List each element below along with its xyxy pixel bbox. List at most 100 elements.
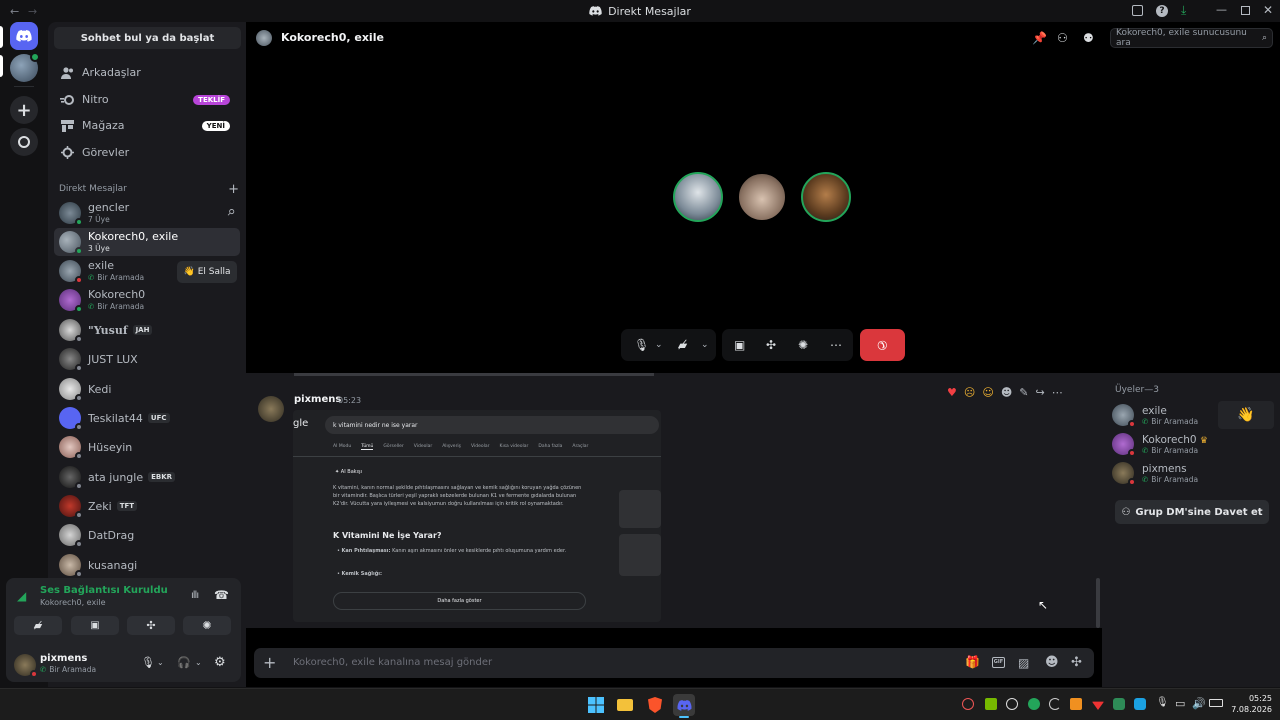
tray-status-icon[interactable] — [1028, 698, 1040, 710]
participant-tile[interactable] — [673, 172, 723, 222]
nvidia-tray-icon[interactable] — [985, 698, 997, 710]
pin-icon[interactable]: ⚲ — [225, 207, 237, 219]
disconnect-icon[interactable]: ☎ — [214, 588, 229, 602]
file-explorer-icon[interactable] — [614, 694, 636, 716]
screen-share-button[interactable]: ▣ — [71, 616, 119, 635]
tray-app-icon[interactable] — [1113, 698, 1125, 710]
dm-item-huseyin[interactable]: Hüseyin — [54, 433, 240, 461]
dm-item-kusanagi[interactable]: kusanagi — [54, 551, 240, 579]
user-name[interactable]: pixmens — [40, 653, 87, 664]
screen-share-icon[interactable]: ▣ — [734, 338, 745, 352]
minimize-icon[interactable]: — — [1216, 3, 1227, 16]
soundboard-icon[interactable]: ✺ — [798, 338, 808, 352]
dm-item-kokorech0[interactable]: Kokorech0 ✆ Bir Aramada — [54, 286, 240, 314]
inbox-icon[interactable] — [1132, 5, 1143, 16]
camera-options-chevron-icon[interactable]: ⌄ — [701, 340, 709, 350]
reply-icon[interactable]: ↪ — [1036, 386, 1045, 399]
explore-button[interactable] — [10, 128, 38, 156]
discord-taskbar-icon[interactable] — [673, 694, 695, 716]
voice-status[interactable]: Ses Bağlantısı Kuruldu — [40, 585, 168, 596]
camera-button[interactable]: ▰̸ — [14, 616, 62, 635]
close-icon[interactable]: ✕ — [1263, 3, 1273, 17]
user-avatar[interactable] — [14, 654, 38, 678]
soundboard-button[interactable]: ✺ — [183, 616, 231, 635]
message-avatar[interactable] — [258, 396, 284, 422]
camera-off-icon[interactable]: ▰̸ — [678, 338, 687, 352]
voice-channel[interactable]: Kokorech0, exile — [40, 598, 106, 607]
leave-call-button[interactable]: ✆ — [860, 329, 905, 361]
image-attachment[interactable]: gle k vitamini nedir ne ise yarar AI Mod… — [293, 410, 661, 622]
participant-tile[interactable] — [801, 172, 851, 222]
headphone-chevron-icon[interactable]: ⌄ — [195, 658, 202, 667]
microphone-icon[interactable]: 🎙 — [634, 338, 649, 352]
member-kokorech0[interactable]: Kokorech0 ♛ ✆ Bir Aramada — [1112, 430, 1274, 458]
activities-icon[interactable]: ✣ — [766, 338, 776, 352]
wink-reaction-icon[interactable]: ☺ — [982, 386, 993, 399]
edit-icon[interactable]: ✎ — [1019, 386, 1028, 399]
clock[interactable]: 05:25 7.08.2026 — [1230, 693, 1272, 715]
help-icon[interactable]: ? — [1156, 5, 1168, 17]
add-server-button[interactable]: + — [10, 96, 38, 124]
microphone-tray-icon[interactable]: 🎙 — [1156, 697, 1169, 708]
create-dm-plus-icon[interactable]: + — [228, 182, 239, 197]
volume-icon[interactable]: 🔊 — [1192, 697, 1206, 710]
dm-item-kedi[interactable]: Kedi — [54, 375, 240, 403]
member-list-icon[interactable]: ⚉ — [1083, 31, 1094, 45]
tray-app-icon[interactable] — [1070, 698, 1082, 710]
dm-item-just-lux[interactable]: JUST LUX — [54, 345, 240, 373]
signal-icon[interactable]: ◢ — [17, 589, 26, 603]
sticker-icon[interactable]: ▨ — [1018, 656, 1029, 670]
dm-item-kokorech0-exile[interactable]: Kokorech0, exile 3 Üye — [54, 228, 240, 256]
home-dm-button[interactable] — [10, 22, 38, 50]
dm-item-teskilat44[interactable]: Teskilat44 UFC — [54, 404, 240, 432]
dm-item-yusuf[interactable]: "Yusuf JAH — [54, 316, 240, 344]
member-pixmens[interactable]: pixmens ✆ Bir Aramada — [1112, 459, 1274, 487]
dm-item-datdrag[interactable]: DatDrag — [54, 521, 240, 549]
battery-icon[interactable] — [1209, 699, 1223, 707]
add-attachment-plus-icon[interactable]: + — [263, 653, 276, 672]
maximize-icon[interactable] — [1241, 6, 1250, 15]
find-conversation-button[interactable]: Sohbet bul ya da başlat — [54, 27, 241, 49]
message-author[interactable]: pixmens — [294, 394, 341, 405]
pinned-messages-icon[interactable]: 📌 — [1032, 31, 1047, 45]
dm-item-ata-jungle[interactable]: ata jungle EBKR — [54, 463, 240, 491]
noise-suppression-icon[interactable]: ıllı — [191, 590, 199, 601]
member-exile[interactable]: exile ✆ Bir Aramada 👋 — [1112, 401, 1274, 429]
mic-options-chevron-icon[interactable]: ⌄ — [655, 340, 663, 350]
invite-to-group-button[interactable]: ⚇ Grup DM'sine Davet et — [1115, 500, 1269, 524]
raised-eyebrow-reaction-icon[interactable]: ☹ — [964, 386, 975, 399]
participant-tile[interactable] — [737, 172, 787, 222]
tray-gear-icon[interactable] — [1006, 698, 1018, 710]
windows-start-icon[interactable] — [585, 694, 607, 716]
composer-placeholder[interactable]: Kokorech0, exile kanalına mesaj gönder — [293, 657, 492, 668]
dm-item-zeki[interactable]: Zeki TFT — [54, 492, 240, 520]
more-options-icon[interactable]: ⋯ — [830, 338, 842, 352]
apps-icon[interactable]: ✣ — [1071, 655, 1082, 670]
settings-gear-icon[interactable]: ⚙ — [214, 655, 226, 670]
tray-app-icon[interactable] — [1049, 698, 1061, 710]
emoji-icon[interactable]: ☻ — [1045, 655, 1059, 670]
add-friends-to-dm-icon[interactable]: ⚇ — [1057, 31, 1068, 45]
nav-nitro[interactable]: Nitro TEKLİF — [54, 87, 240, 112]
chat-scrollbar[interactable] — [1096, 578, 1100, 628]
gift-icon[interactable]: 🎁 — [965, 655, 980, 669]
microphone-icon[interactable]: 🎙 — [141, 656, 155, 669]
dm-item-gencler[interactable]: gencler 7 Üye ⚲ — [54, 199, 240, 227]
gif-icon[interactable]: GIF — [992, 657, 1005, 668]
tray-app-icon[interactable] — [962, 698, 974, 710]
tray-app-icon[interactable] — [1134, 698, 1146, 710]
brave-browser-icon[interactable] — [644, 694, 666, 716]
download-icon[interactable]: ⤓ — [1181, 3, 1186, 18]
headphones-icon[interactable]: 🎧 — [177, 656, 191, 669]
network-icon[interactable]: ▭ — [1175, 697, 1185, 710]
nav-friends[interactable]: Arkadaşlar — [54, 60, 240, 85]
add-reaction-icon[interactable]: ☻ — [1001, 386, 1012, 399]
more-icon[interactable]: ⋯ — [1052, 386, 1063, 399]
mic-chevron-icon[interactable]: ⌄ — [157, 658, 164, 667]
heart-reaction-icon[interactable]: ♥ — [947, 386, 957, 399]
search-input[interactable]: Kokorech0, exile sunucusunu ara ⌕ — [1110, 28, 1273, 48]
wave-button[interactable]: 👋 El Salla — [177, 261, 237, 283]
nav-shop[interactable]: Mağaza YENİ — [54, 113, 240, 138]
server-avatar[interactable] — [10, 52, 40, 82]
activities-button[interactable]: ✣ — [127, 616, 175, 635]
